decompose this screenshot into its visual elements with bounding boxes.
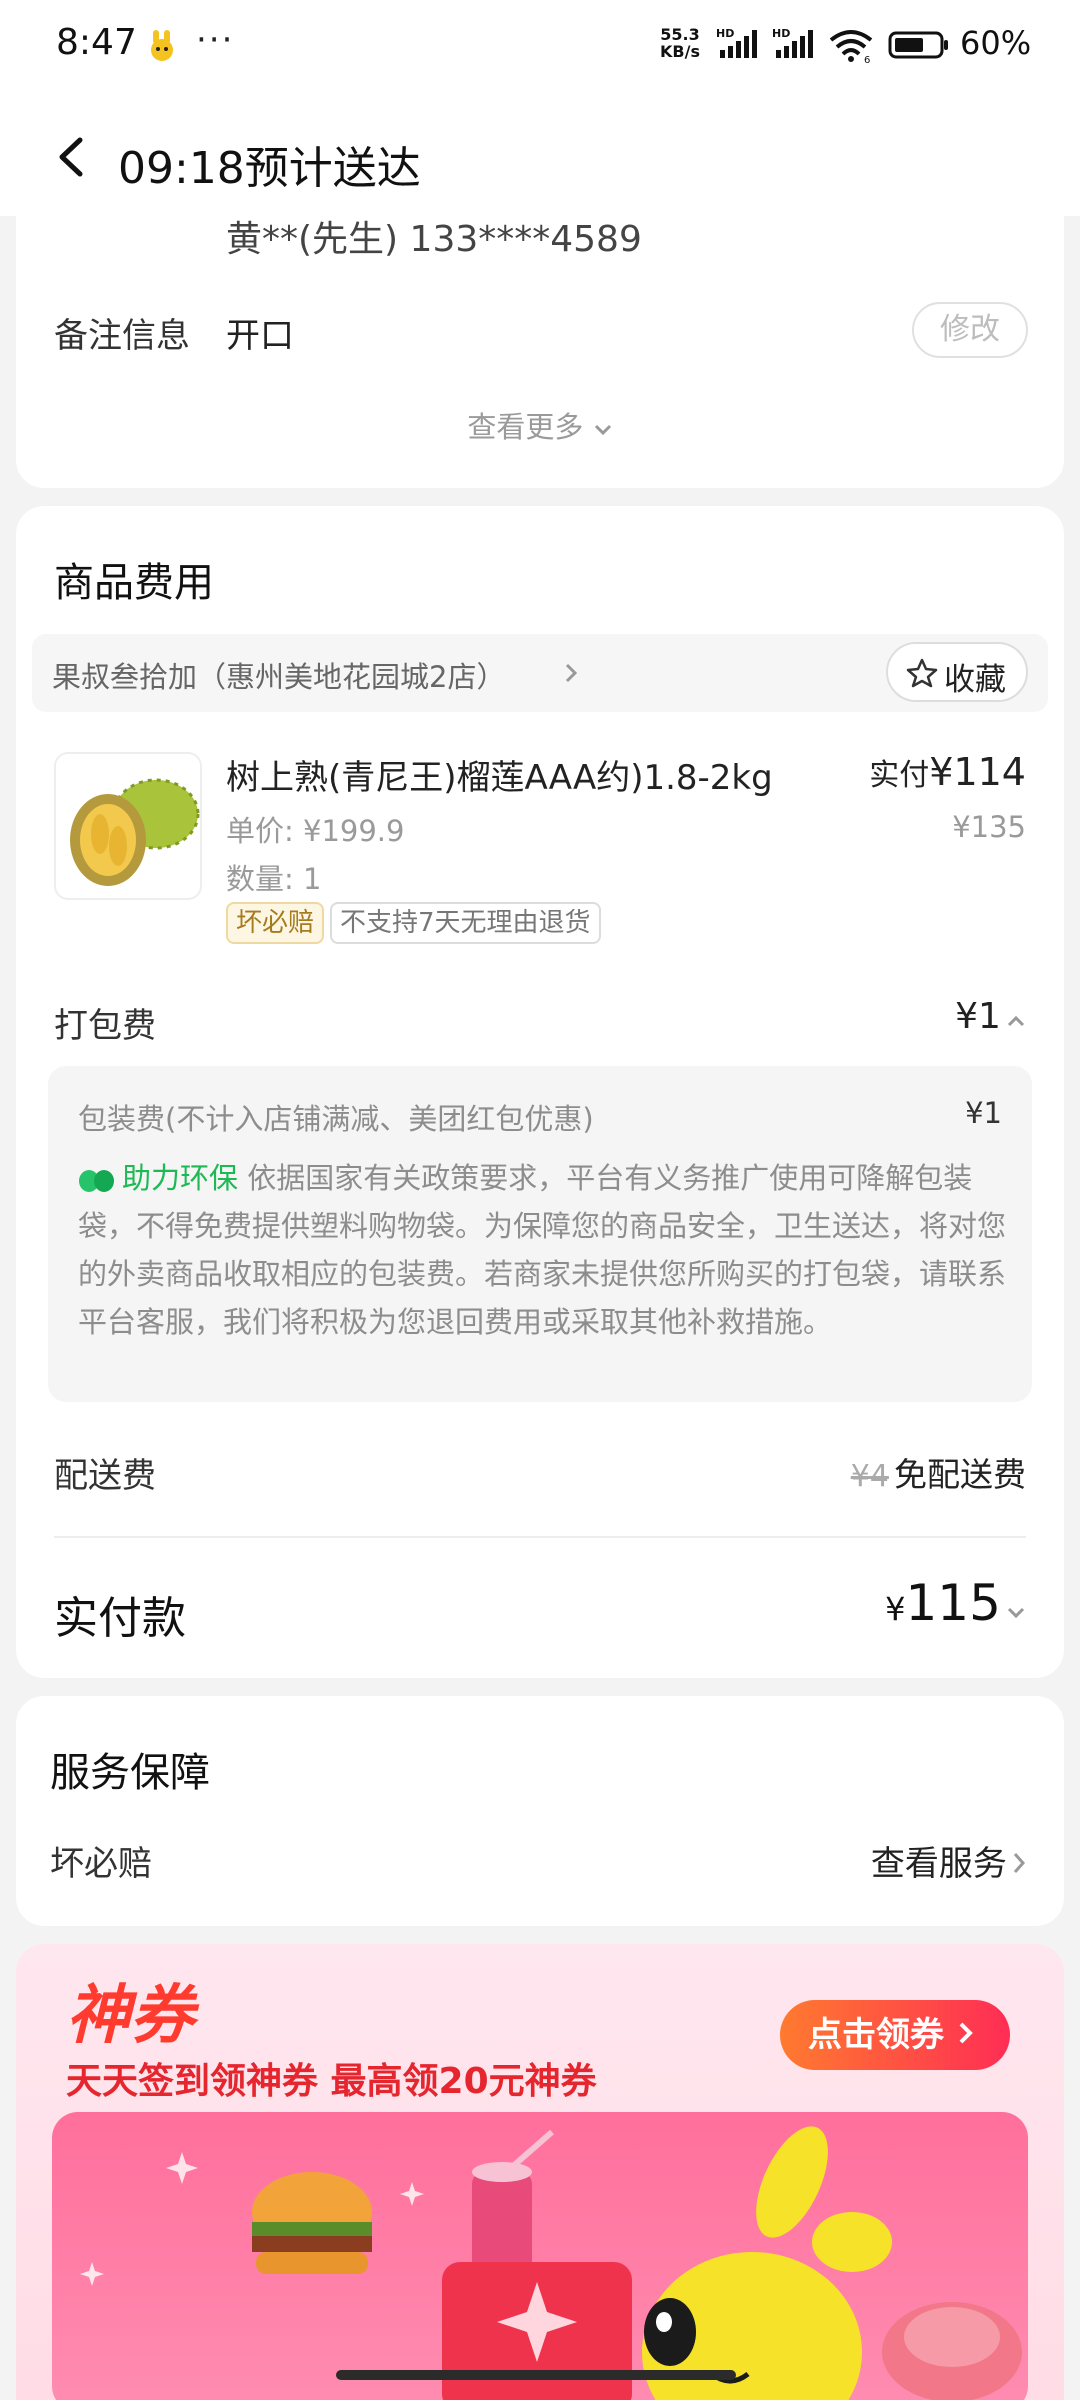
- paid-price: ¥114: [929, 750, 1026, 794]
- wifi-icon: 6: [829, 30, 873, 64]
- svg-text:HD: HD: [772, 27, 790, 40]
- product-quantity: 数量: 1: [226, 862, 322, 896]
- signal-hd-icon: HD: [716, 27, 757, 58]
- packing-fee-toggle[interactable]: ¥1: [955, 996, 1026, 1037]
- view-service-link[interactable]: 查看服务: [871, 1836, 1026, 1885]
- chevron-up-icon: [1007, 1015, 1025, 1027]
- total-label: 实付款: [54, 1593, 186, 1644]
- remark-label: 备注信息: [54, 316, 190, 356]
- back-arrow-icon[interactable]: [52, 134, 92, 180]
- star-icon: [906, 658, 938, 688]
- total-toggle[interactable]: ¥115: [885, 1574, 1026, 1632]
- banner-subtitle: 天天签到领神券 最高领20元神券: [66, 2061, 597, 2102]
- see-more-link[interactable]: 查看更多: [16, 404, 1064, 446]
- delivery-fee-value: 免配送费: [894, 1455, 1026, 1494]
- fees-card: 商品费用 果叔叁拾加（惠州美地花园城2店） 收藏 树上熟(青尼王)榴莲AAA约)…: [16, 506, 1064, 1678]
- svg-text:6: 6: [864, 55, 870, 64]
- banner-illustration: [52, 2112, 1028, 2400]
- see-more-label: 查看更多: [467, 410, 584, 444]
- page-title: 09:18预计送达: [118, 143, 421, 194]
- product-image[interactable]: [54, 752, 202, 900]
- total-currency: ¥: [885, 1590, 906, 1628]
- chevron-right-icon: [565, 663, 578, 683]
- delivery-fee-original: ¥4: [850, 1459, 889, 1494]
- service-section-title: 服务保障: [50, 1750, 210, 1796]
- speed-value: 55.3: [660, 25, 700, 44]
- eco-label: 助力环保: [122, 1161, 239, 1195]
- eco-policy-text: 助力环保 依据国家有关政策要求，平台有义务推广使用可降解包装袋，不得免费提供塑料…: [78, 1154, 1006, 1346]
- banner-art: [80, 2126, 1022, 2400]
- status-more-icon: ···: [196, 20, 235, 60]
- view-service-label: 查看服务: [870, 1844, 1007, 1884]
- network-speed: 55.3 KB/s: [660, 26, 700, 60]
- total-amount: 115: [905, 1574, 1001, 1632]
- paid-price-group: 实付¥114: [869, 750, 1026, 794]
- product-name: 树上熟(青尼王)榴莲AAA约)1.8-2kg: [226, 758, 773, 798]
- coupon-banner[interactable]: 神券 天天签到领神券 最高领20元神券 点击领券: [16, 1944, 1064, 2400]
- packing-detail-amount: ¥1: [965, 1096, 1002, 1130]
- service-card: 服务保障 坏必赔 查看服务: [16, 1696, 1064, 1926]
- home-indicator[interactable]: [336, 2370, 736, 2380]
- tag-damage-guarantee: 坏必赔: [226, 902, 325, 944]
- claim-coupon-button[interactable]: 点击领券: [780, 2000, 1010, 2070]
- tag-no-return: 不支持7天无理由退货: [330, 902, 601, 944]
- service-item-label: 坏必赔: [50, 1844, 152, 1884]
- packing-fee-detail: 包装费(不计入店铺满减、美团红包优惠) ¥1 助力环保 依据国家有关政策要求，平…: [48, 1066, 1032, 1402]
- app-mascot-icon: [151, 30, 173, 61]
- durian-image: [70, 778, 200, 886]
- divider: [54, 1536, 1026, 1538]
- packing-fee-amount: ¥1: [955, 996, 1001, 1037]
- fees-section-title: 商品费用: [54, 560, 214, 606]
- battery-percent: 60%: [960, 24, 1032, 62]
- chevron-right-icon: [959, 2022, 973, 2044]
- delivery-fee-label: 配送费: [54, 1456, 156, 1496]
- top-nav-bar: 09:18预计送达: [0, 96, 1080, 216]
- claim-coupon-label: 点击领券: [808, 2015, 944, 2055]
- banner-brand: 神券: [66, 1979, 194, 2053]
- paid-label: 实付: [869, 758, 930, 793]
- status-bar: 8:47 ··· 55.3 KB/s HD HD 6 60%: [0, 0, 1080, 96]
- edit-remark-button[interactable]: 修改: [912, 302, 1028, 358]
- svg-text:HD: HD: [716, 27, 734, 40]
- speed-unit: KB/s: [660, 42, 700, 61]
- battery-icon: [888, 31, 948, 59]
- remark-value: 开口: [226, 316, 294, 356]
- contact-info: 黄**(先生) 133****4589: [226, 219, 642, 260]
- favorite-label: 收藏: [944, 662, 1006, 698]
- original-price: ¥135: [952, 810, 1026, 844]
- chevron-right-icon: [1013, 1853, 1026, 1873]
- store-name: 果叔叁拾加（惠州美地花园城2店）: [52, 660, 506, 694]
- packing-detail-label: 包装费(不计入店铺满减、美团红包优惠): [78, 1102, 594, 1136]
- packing-fee-label: 打包费: [54, 1006, 156, 1046]
- favorite-store-button[interactable]: 收藏: [886, 642, 1028, 702]
- chevron-down-icon: [594, 424, 611, 436]
- delivery-fee-value-group: ¥4 免配送费: [851, 1448, 1026, 1496]
- signal-hd-icon-2: HD: [772, 27, 813, 58]
- chevron-down-icon: [1007, 1607, 1025, 1619]
- product-unit-price: 单价: ¥199.9: [226, 814, 405, 848]
- status-time: 8:47: [56, 22, 137, 63]
